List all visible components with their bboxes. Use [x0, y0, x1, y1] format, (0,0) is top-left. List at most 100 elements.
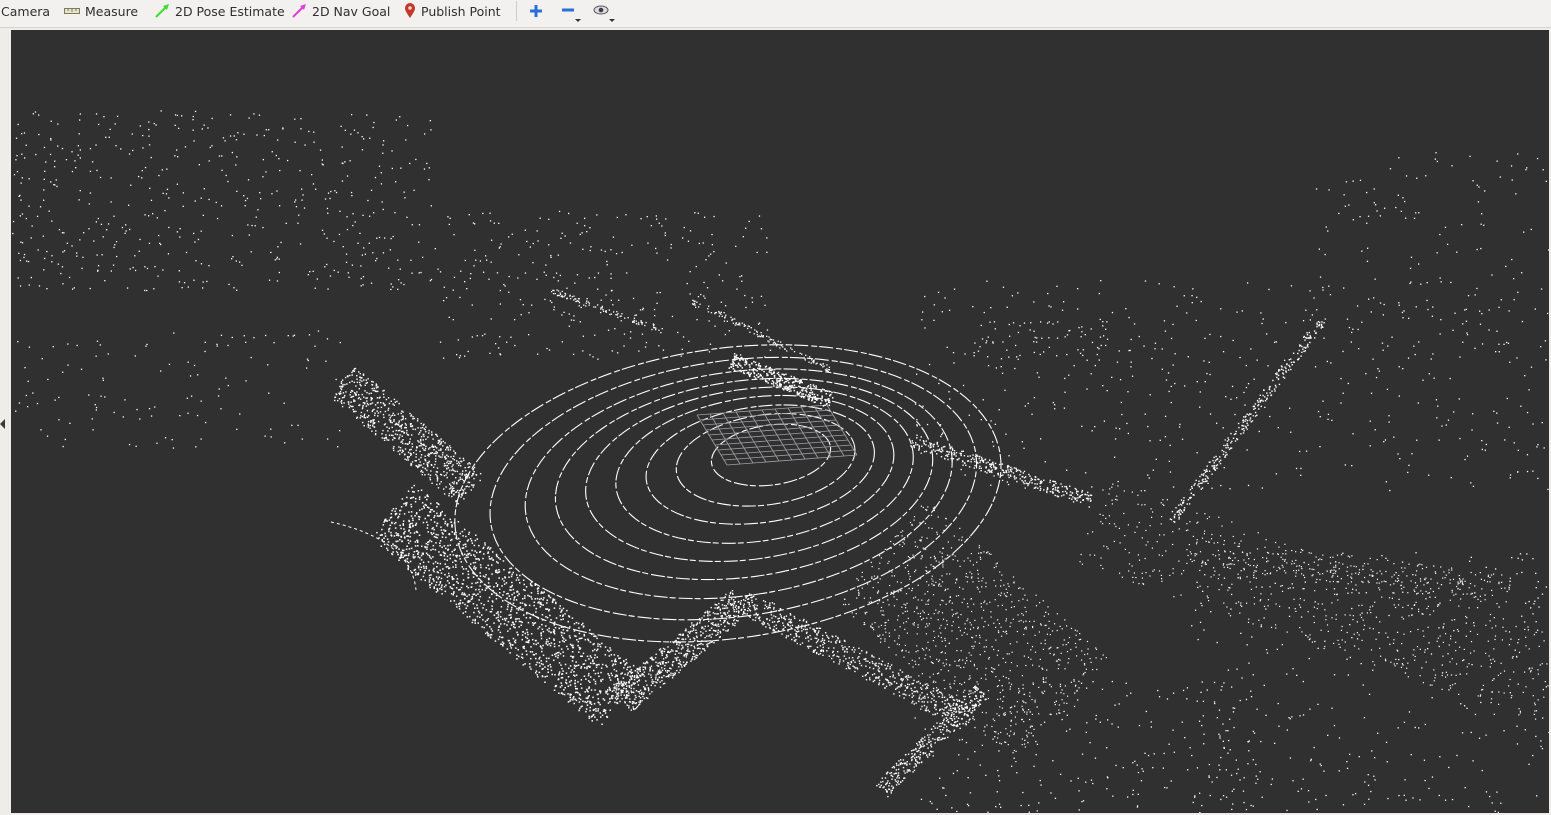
point [479, 564, 482, 566]
point [627, 672, 629, 674]
point [436, 502, 438, 504]
point [640, 320, 642, 322]
point [1054, 489, 1057, 491]
point [1040, 488, 1042, 490]
point [928, 739, 930, 741]
point [1040, 481, 1043, 483]
point [940, 450, 942, 453]
point [365, 405, 367, 407]
point [577, 622, 580, 625]
point [563, 641, 565, 643]
point [440, 442, 442, 444]
point [649, 670, 651, 672]
point [556, 289, 558, 291]
point [749, 375, 751, 378]
point [891, 789, 893, 792]
add-tool-button[interactable] [523, 3, 549, 27]
pose-estimate-tool-button[interactable]: 2D Pose Estimate [155, 0, 285, 22]
point [932, 687, 935, 690]
point [803, 396, 805, 399]
point [933, 707, 936, 709]
point [1087, 499, 1089, 501]
visibility-menu-button[interactable] [590, 3, 616, 27]
point [498, 636, 501, 638]
point [743, 609, 746, 611]
point [435, 455, 437, 457]
point [448, 572, 450, 575]
point [407, 535, 409, 537]
point [851, 657, 854, 659]
point [564, 293, 567, 295]
point [625, 658, 627, 661]
point [1315, 332, 1317, 334]
point [1082, 499, 1084, 501]
point [885, 678, 887, 680]
point [920, 739, 922, 741]
point [1323, 322, 1325, 324]
point [431, 509, 433, 511]
point [1170, 518, 1173, 521]
point [1243, 428, 1245, 430]
point [528, 663, 531, 665]
3d-render-viewport[interactable] [11, 30, 1549, 813]
point [889, 772, 891, 774]
point [1243, 416, 1245, 418]
camera-tool-button[interactable]: Camera [1, 0, 50, 22]
point [708, 620, 710, 622]
publish-point-tool-button[interactable]: Publish Point [404, 0, 501, 22]
point [878, 677, 880, 679]
point [574, 298, 576, 300]
point [674, 657, 676, 659]
point [545, 616, 547, 618]
nav-goal-tool-button[interactable]: 2D Nav Goal [292, 0, 390, 22]
point [797, 626, 799, 628]
point [428, 574, 431, 577]
point [742, 612, 745, 614]
measure-tool-button[interactable]: Measure [64, 0, 138, 22]
point [1282, 372, 1284, 374]
point [671, 677, 674, 679]
point [507, 621, 510, 623]
point [467, 475, 469, 477]
point [433, 516, 435, 519]
point [919, 751, 922, 753]
point [446, 576, 449, 578]
point [358, 371, 360, 373]
point [553, 629, 555, 631]
point [498, 569, 500, 571]
point [831, 657, 833, 660]
point [495, 598, 498, 600]
point [572, 644, 574, 646]
point [1064, 485, 1066, 488]
point [706, 610, 709, 612]
point [394, 401, 397, 403]
point [980, 677, 982, 679]
point [344, 383, 346, 386]
plus-icon [529, 3, 543, 22]
point [990, 463, 993, 465]
point [432, 438, 434, 440]
point [554, 626, 557, 629]
collapse-panel-handle[interactable] [0, 415, 8, 429]
point [1077, 494, 1079, 496]
point [911, 696, 913, 698]
point [718, 315, 721, 317]
point [721, 616, 723, 618]
point [922, 743, 924, 745]
point [456, 462, 458, 465]
point [384, 437, 386, 439]
point [803, 618, 805, 621]
remove-tool-button[interactable] [556, 3, 582, 27]
point [485, 567, 487, 569]
point [593, 703, 596, 705]
point [954, 721, 956, 724]
point [920, 698, 922, 700]
point [535, 607, 537, 610]
point [384, 532, 386, 535]
point [1042, 678, 1044, 680]
point [732, 599, 735, 601]
point [836, 655, 838, 657]
point [928, 710, 931, 713]
point [733, 353, 736, 355]
point [737, 615, 739, 617]
